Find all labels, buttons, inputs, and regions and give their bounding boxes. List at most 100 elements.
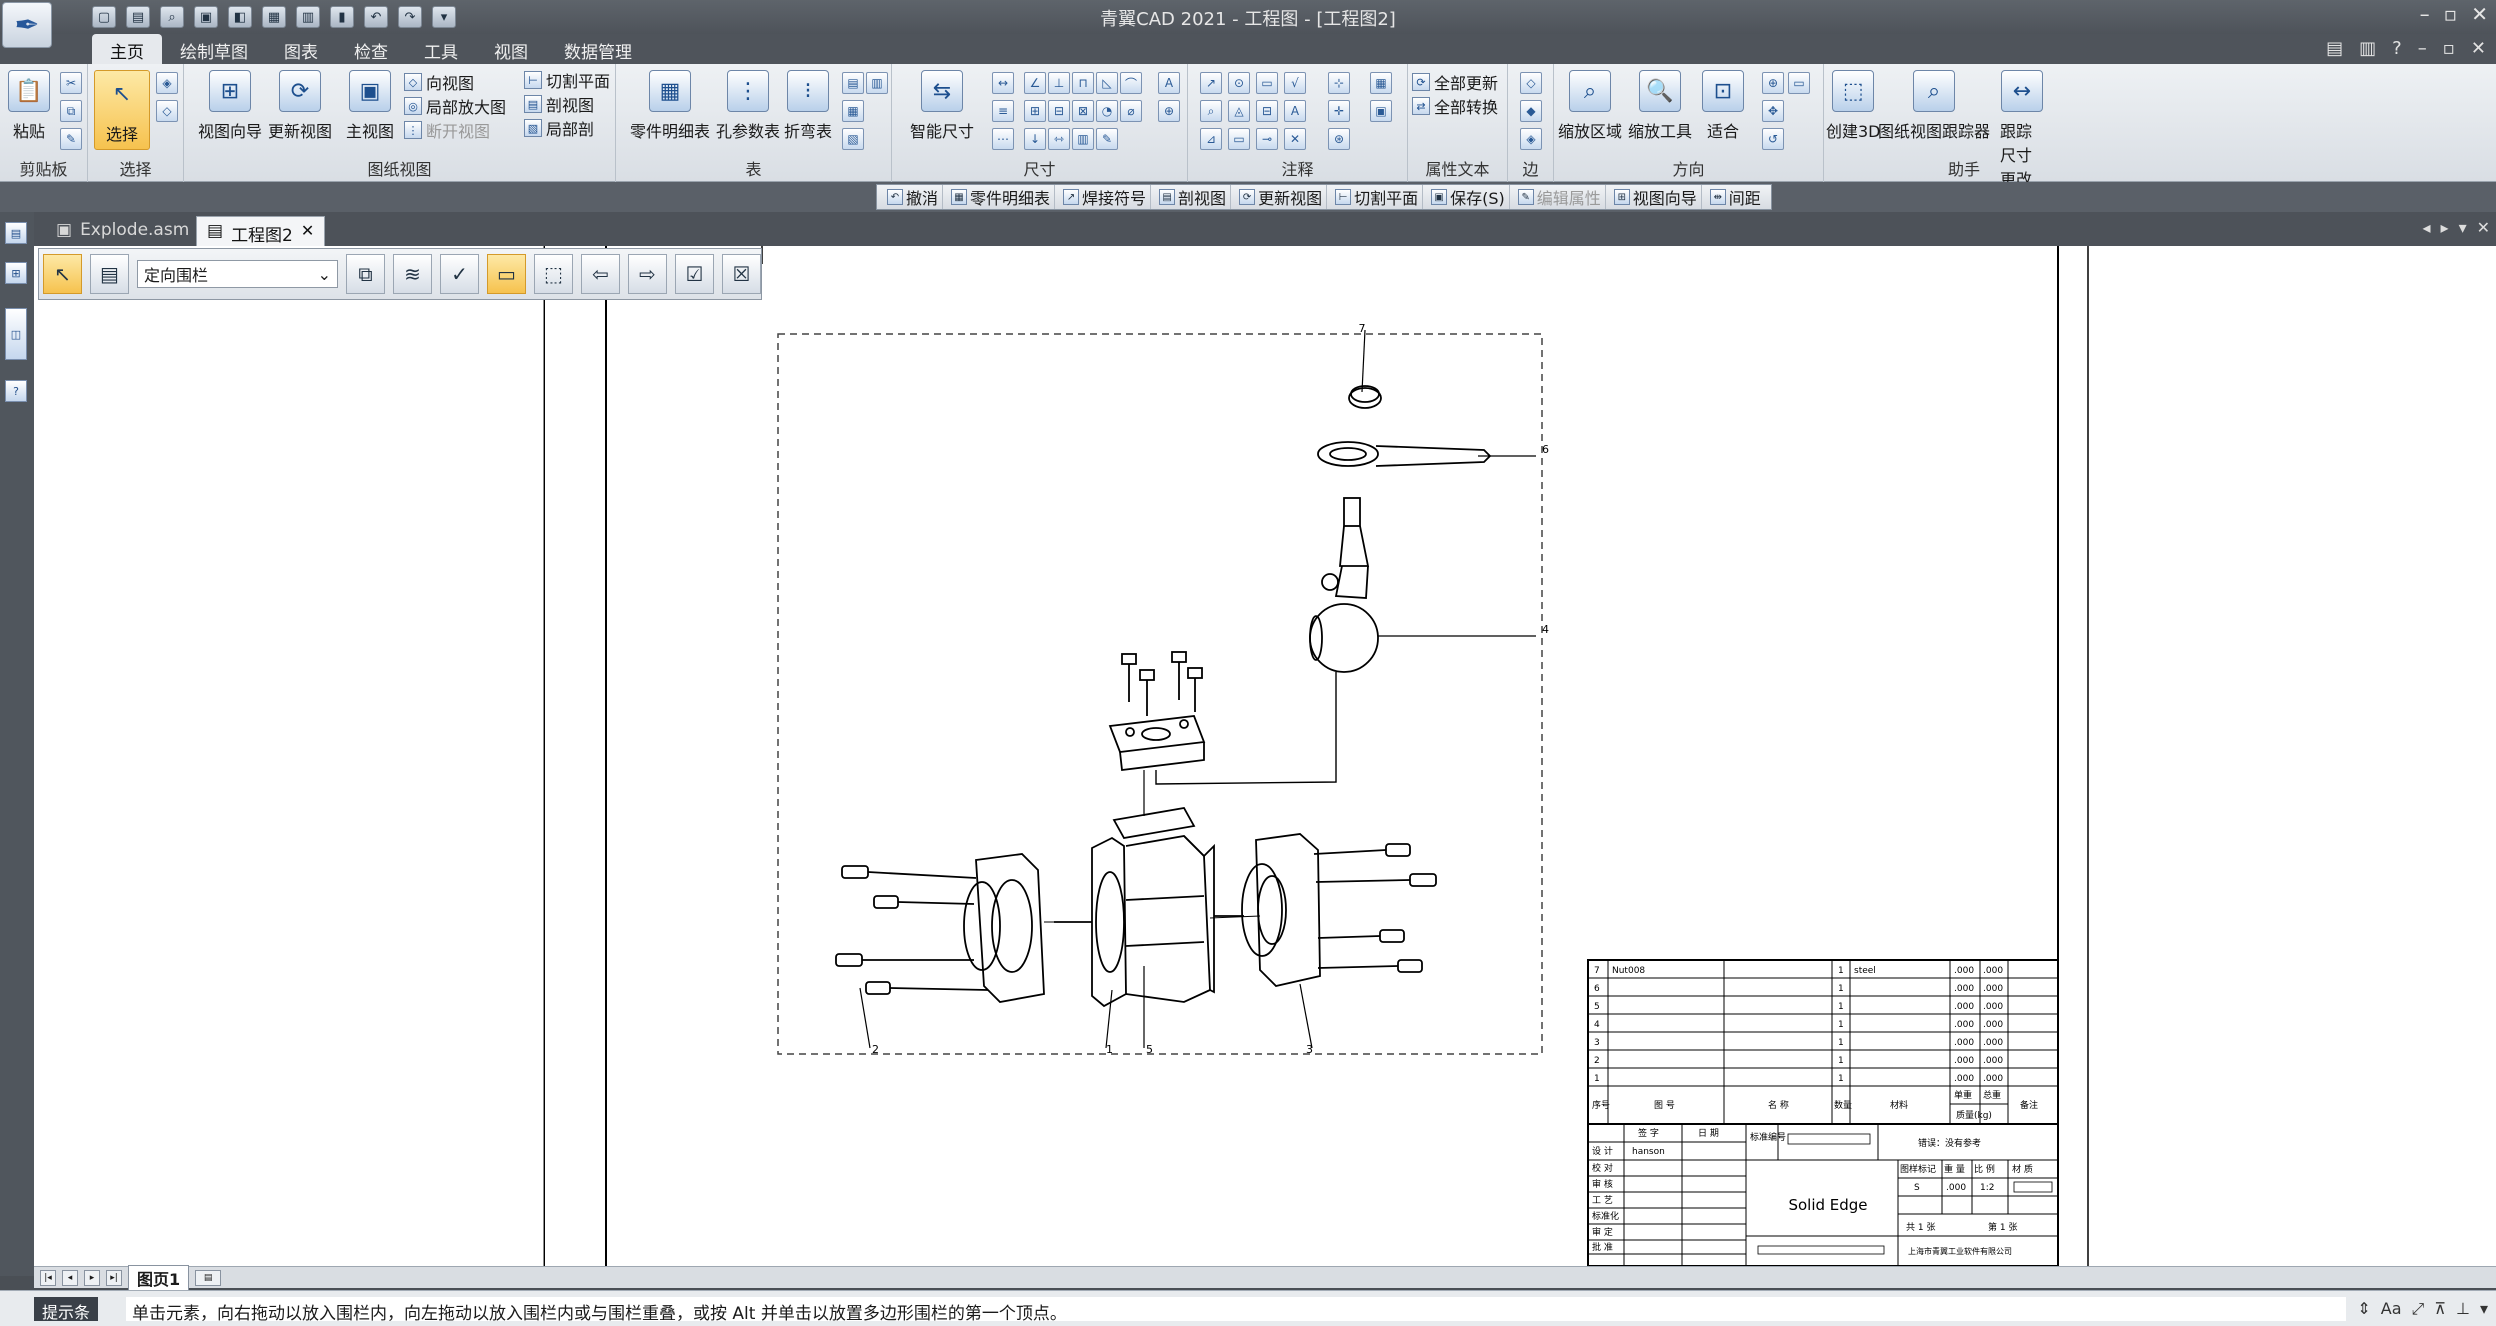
detail-view-button[interactable]: ◎ 局部放大图: [404, 94, 506, 118]
help-panel-icon[interactable]: ?: [5, 380, 27, 402]
parts-list-button[interactable]: ▦ 零件明细表: [630, 70, 710, 142]
edge-show-icon[interactable]: ◈: [1520, 128, 1542, 150]
drawing-sheet[interactable]: 7 6 4 2 1 5 3 7 Nut008 1 steel .000 .000…: [544, 246, 2496, 1266]
convert-all-button[interactable]: ⇄ 全部转换: [1412, 94, 1498, 118]
dim-style-icon[interactable]: ✎: [1096, 128, 1118, 150]
first-page-icon[interactable]: |◂: [40, 1269, 56, 1286]
surface-texture-icon[interactable]: √: [1284, 72, 1306, 94]
previous-view-icon[interactable]: ↺: [1762, 128, 1784, 150]
minimize-icon[interactable]: –: [2420, 2, 2430, 26]
cmd-cutting-plane-button[interactable]: ⊢ 切割平面: [1331, 185, 1424, 209]
ribbon-restore-icon[interactable]: ▫: [2443, 38, 2455, 59]
layout-icon[interactable]: ▤: [2326, 38, 2343, 59]
tab-list-icon[interactable]: ▾: [2459, 218, 2467, 237]
dim-ordinate-icon[interactable]: ⊠: [1072, 100, 1094, 122]
cancel-icon[interactable]: ☒: [721, 254, 761, 294]
cmd-edit-properties-button[interactable]: ✎ 编辑属性: [1514, 185, 1606, 209]
dim-between-icon[interactable]: ↔: [992, 72, 1014, 94]
cmd-update-views-button[interactable]: ⟳ 更新视图: [1235, 185, 1328, 209]
select-options-icon[interactable]: ▤: [90, 254, 129, 294]
smart-dimension-button[interactable]: ⇆ 智能尺寸: [910, 70, 974, 142]
bolt-hole-circle-icon[interactable]: ⊸: [1256, 128, 1278, 150]
dim-arc-icon[interactable]: ⌒: [1120, 72, 1142, 94]
doc-tab-explode-asm[interactable]: ▣ Explode.asm ✕: [46, 216, 221, 246]
tab-scroll-right-icon[interactable]: ▸: [2441, 218, 2449, 237]
tab-scroll-left-icon[interactable]: ◂: [2423, 218, 2431, 237]
tab-sketch[interactable]: 绘制草图: [162, 34, 266, 64]
fence-mode-select[interactable]: 定向围栏 ⌄: [137, 260, 338, 288]
page-tab-1[interactable]: 图页1: [128, 1264, 190, 1291]
copy-icon[interactable]: ⧉: [60, 100, 82, 122]
dim-auto-icon[interactable]: ⋯: [992, 128, 1014, 150]
dim-space-icon[interactable]: ▥: [1072, 128, 1094, 150]
format-painter-icon[interactable]: ✎: [60, 128, 82, 150]
cmd-undo-button[interactable]: ↶ 撤消: [883, 185, 944, 209]
tab-tools[interactable]: 工具: [406, 34, 476, 64]
save-icon[interactable]: ▣: [194, 6, 218, 28]
edge-display-icon[interactable]: ◇: [1520, 72, 1542, 94]
print-preview-icon[interactable]: ▥: [296, 6, 320, 28]
dim-align-icon[interactable]: ⇿: [1048, 128, 1070, 150]
cmd-save-button[interactable]: ▣ 保存(S): [1427, 185, 1510, 209]
center-mark-icon[interactable]: ⊹: [1328, 72, 1350, 94]
doc-tab-drawing2[interactable]: ▤ 工程图2 ✕: [196, 216, 326, 246]
view-wizard-button[interactable]: ⊞ 视图向导: [198, 70, 262, 142]
last-page-icon[interactable]: ▸|: [106, 1269, 122, 1286]
section-view-button[interactable]: ▤ 剖视图: [524, 92, 594, 116]
zoom-tool-button[interactable]: 🔍 缩放工具: [1628, 70, 1692, 142]
theme-icon[interactable]: ▥: [2359, 38, 2376, 59]
dim-chamfer-icon[interactable]: ◺: [1096, 72, 1118, 94]
status-menu-icon[interactable]: ▾: [2480, 1299, 2488, 1319]
fit-button[interactable]: ⊡ 适合: [1702, 70, 1744, 142]
tab-view[interactable]: 视图: [476, 34, 546, 64]
edge-condition-icon[interactable]: ◬: [1228, 100, 1250, 122]
principal-view-button[interactable]: ▣ 主视图: [346, 70, 394, 142]
layers-icon[interactable]: ◫: [5, 308, 27, 360]
background-sheet-icon[interactable]: ▤: [195, 1269, 222, 1286]
new-file-icon[interactable]: ▢: [92, 6, 116, 28]
prev-page-icon[interactable]: ◂: [62, 1269, 78, 1286]
close-tab-icon[interactable]: ✕: [301, 221, 314, 240]
cutting-plane-button[interactable]: ⊢ 切割平面: [524, 68, 610, 92]
balloon-icon[interactable]: ⊙: [1228, 72, 1250, 94]
select-layer-icon[interactable]: ⧉: [345, 254, 385, 294]
customize-qat-icon[interactable]: ▾: [432, 6, 456, 28]
connector-icon[interactable]: ▭: [1228, 128, 1250, 150]
feature-control-icon[interactable]: ⊿: [1200, 128, 1222, 150]
tab-charts[interactable]: 图表: [266, 34, 336, 64]
leader-icon[interactable]: ↗: [1200, 72, 1222, 94]
cut-icon[interactable]: ✂: [60, 72, 82, 94]
dim-prefix-icon[interactable]: ⊕: [1158, 100, 1180, 122]
dock-icon[interactable]: ⊼: [2434, 1299, 2446, 1319]
forward-arrow-icon[interactable]: ⇨: [627, 254, 667, 294]
annotation-extra-2-icon[interactable]: ▣: [1370, 100, 1392, 122]
zoom-area-button[interactable]: ⌕ 缩放区域: [1558, 70, 1622, 142]
select-button[interactable]: ↖ 选择: [94, 70, 150, 150]
cmd-spacing-button[interactable]: ⇹ 间距: [1706, 185, 1765, 209]
cmd-view-wizard-button[interactable]: ⊞ 视图向导: [1610, 185, 1702, 209]
dim-stack-icon[interactable]: ≡: [992, 100, 1014, 122]
accept-icon[interactable]: ☑: [674, 254, 714, 294]
save-all-icon[interactable]: ◧: [228, 6, 252, 28]
window-icon[interactable]: ▭: [1788, 72, 1810, 94]
close-all-icon[interactable]: ✕: [2477, 218, 2490, 237]
maximize-icon[interactable]: ▫: [2444, 2, 2458, 26]
redo-icon[interactable]: ↷: [398, 6, 422, 28]
cross-icon[interactable]: ✕: [1284, 128, 1306, 150]
ribbon-minimize-icon[interactable]: –: [2418, 38, 2427, 59]
pin-icon[interactable]: ⊥: [2456, 1299, 2470, 1319]
next-page-icon[interactable]: ▸: [84, 1269, 100, 1286]
pan-icon[interactable]: ✥: [1762, 100, 1784, 122]
find-icon[interactable]: ⌕: [160, 6, 184, 28]
dim-diameter-icon[interactable]: ⌀: [1120, 100, 1142, 122]
cmd-section-view-button[interactable]: ▤ 剖视图: [1155, 185, 1232, 209]
select-filter-icon[interactable]: ◇: [156, 100, 178, 122]
update-all-button[interactable]: ⟳ 全部更新: [1412, 70, 1498, 94]
zoom-in-icon[interactable]: ⊕: [1762, 72, 1784, 94]
library-icon[interactable]: ⊞: [5, 262, 27, 284]
dim-radius-icon[interactable]: ◔: [1096, 100, 1118, 122]
bend-table-button[interactable]: ⁝ 折弯表: [784, 70, 832, 142]
select-pointer-icon[interactable]: ↖: [43, 254, 82, 294]
broken-out-section-button[interactable]: ▧ 局部剖: [524, 116, 594, 140]
hole-table-button[interactable]: ⋮ 孔参数表: [716, 70, 780, 142]
